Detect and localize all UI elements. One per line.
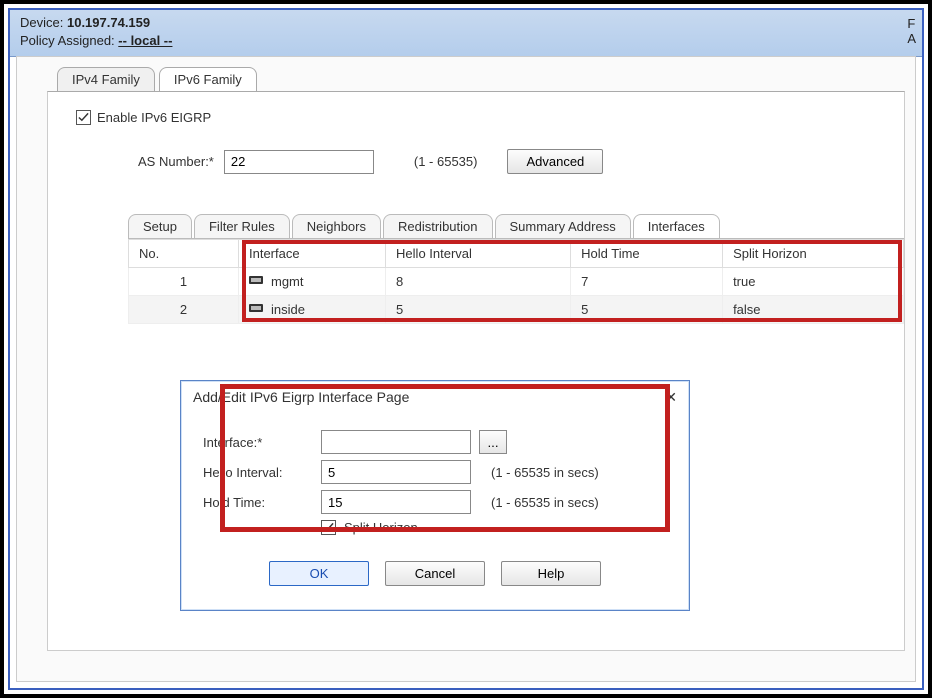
header-letter-2: A — [907, 31, 916, 46]
tab-interfaces[interactable]: Interfaces — [633, 214, 720, 238]
col-no: No. — [129, 240, 239, 268]
tab-filter-rules[interactable]: Filter Rules — [194, 214, 290, 238]
hold-time-hint: (1 - 65535 in secs) — [491, 495, 599, 510]
hello-interval-label: Hello Interval: — [203, 465, 313, 480]
col-hello-interval: Hello Interval — [386, 240, 571, 268]
cell-split: true — [723, 268, 904, 296]
cell-no: 1 — [129, 268, 239, 296]
browse-interface-button[interactable]: ... — [479, 430, 507, 454]
tab-setup[interactable]: Setup — [128, 214, 192, 238]
hello-interval-input[interactable] — [321, 460, 471, 484]
interface-label: Interface:* — [203, 435, 313, 450]
col-hold-time: Hold Time — [571, 240, 723, 268]
tab-redistribution[interactable]: Redistribution — [383, 214, 493, 238]
device-value: 10.197.74.159 — [67, 15, 150, 30]
advanced-button[interactable]: Advanced — [507, 149, 603, 174]
nic-icon — [249, 274, 265, 289]
col-interface: Interface — [239, 240, 386, 268]
cell-hold: 5 — [571, 296, 723, 324]
device-label: Device: — [20, 15, 63, 30]
help-button[interactable]: Help — [501, 561, 601, 586]
cell-interface: mgmt — [271, 274, 304, 289]
split-horizon-label: Split Horizon — [344, 520, 418, 535]
info-header: Device: 10.197.74.159 Policy Assigned: -… — [10, 10, 922, 57]
policy-value[interactable]: -- local -- — [118, 33, 172, 48]
cell-split: false — [723, 296, 904, 324]
cell-hold: 7 — [571, 268, 723, 296]
tab-neighbors[interactable]: Neighbors — [292, 214, 381, 238]
ok-button[interactable]: OK — [269, 561, 369, 586]
tab-ipv4-family[interactable]: IPv4 Family — [57, 67, 155, 91]
cell-interface: inside — [271, 302, 305, 317]
split-horizon-checkbox[interactable] — [321, 520, 336, 535]
interface-input[interactable] — [321, 430, 471, 454]
policy-label: Policy Assigned: — [20, 33, 115, 48]
as-number-range: (1 - 65535) — [414, 154, 478, 169]
col-split-horizon: Split Horizon — [723, 240, 904, 268]
cell-hello: 5 — [386, 296, 571, 324]
interfaces-table: No. Interface Hello Interval Hold Time S… — [128, 239, 904, 324]
as-number-label: AS Number:* — [138, 154, 214, 169]
enable-ipv6-eigrp-checkbox[interactable] — [76, 110, 91, 125]
table-row[interactable]: 1 mgmt 8 7 — [129, 268, 904, 296]
cell-no: 2 — [129, 296, 239, 324]
hold-time-label: Hold Time: — [203, 495, 313, 510]
enable-ipv6-eigrp-label: Enable IPv6 EIGRP — [97, 110, 211, 125]
tab-ipv6-family[interactable]: IPv6 Family — [159, 67, 257, 91]
as-number-input[interactable] — [224, 150, 374, 174]
close-icon[interactable]: ✕ — [665, 389, 677, 406]
hello-interval-hint: (1 - 65535 in secs) — [491, 465, 599, 480]
table-row[interactable]: 2 inside 5 — [129, 296, 904, 324]
cancel-button[interactable]: Cancel — [385, 561, 485, 586]
add-edit-interface-dialog: Add/Edit IPv6 Eigrp Interface Page ✕ Int… — [180, 380, 690, 611]
dialog-title: Add/Edit IPv6 Eigrp Interface Page — [193, 389, 409, 406]
nic-icon — [249, 302, 265, 317]
hold-time-input[interactable] — [321, 490, 471, 514]
cell-hello: 8 — [386, 268, 571, 296]
tab-summary-address[interactable]: Summary Address — [495, 214, 631, 238]
header-letter-1: F — [907, 16, 916, 31]
